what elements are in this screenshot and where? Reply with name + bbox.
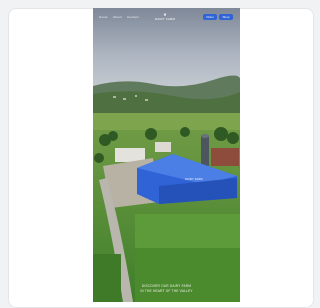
logo-text: DAIRY FARM <box>154 17 176 21</box>
nav-link-about[interactable]: About <box>113 15 122 19</box>
farm-logo[interactable]: ❦ DAIRY FARM <box>152 13 178 23</box>
hero-caption-line-2: IN THE HEART OF THE VALLEY <box>140 289 193 293</box>
nav-link-contact[interactable]: Contact <box>127 15 139 19</box>
mobile-preview[interactable]: Home About Contact ❦ DAIRY FARM Order Sh… <box>93 8 240 302</box>
preview-navbar: Home About Contact ❦ DAIRY FARM Order Sh… <box>93 8 240 28</box>
nav-link-home[interactable]: Home <box>99 15 108 19</box>
barn-sign: DAIRY FARM <box>185 178 203 181</box>
farm-aerial-photo <box>93 8 240 302</box>
hero-caption: DISCOVER OUR DAIRY FARM IN THE HEART OF … <box>111 284 222 294</box>
order-button[interactable]: Order <box>203 14 217 20</box>
shop-button[interactable]: Shop <box>219 14 233 20</box>
